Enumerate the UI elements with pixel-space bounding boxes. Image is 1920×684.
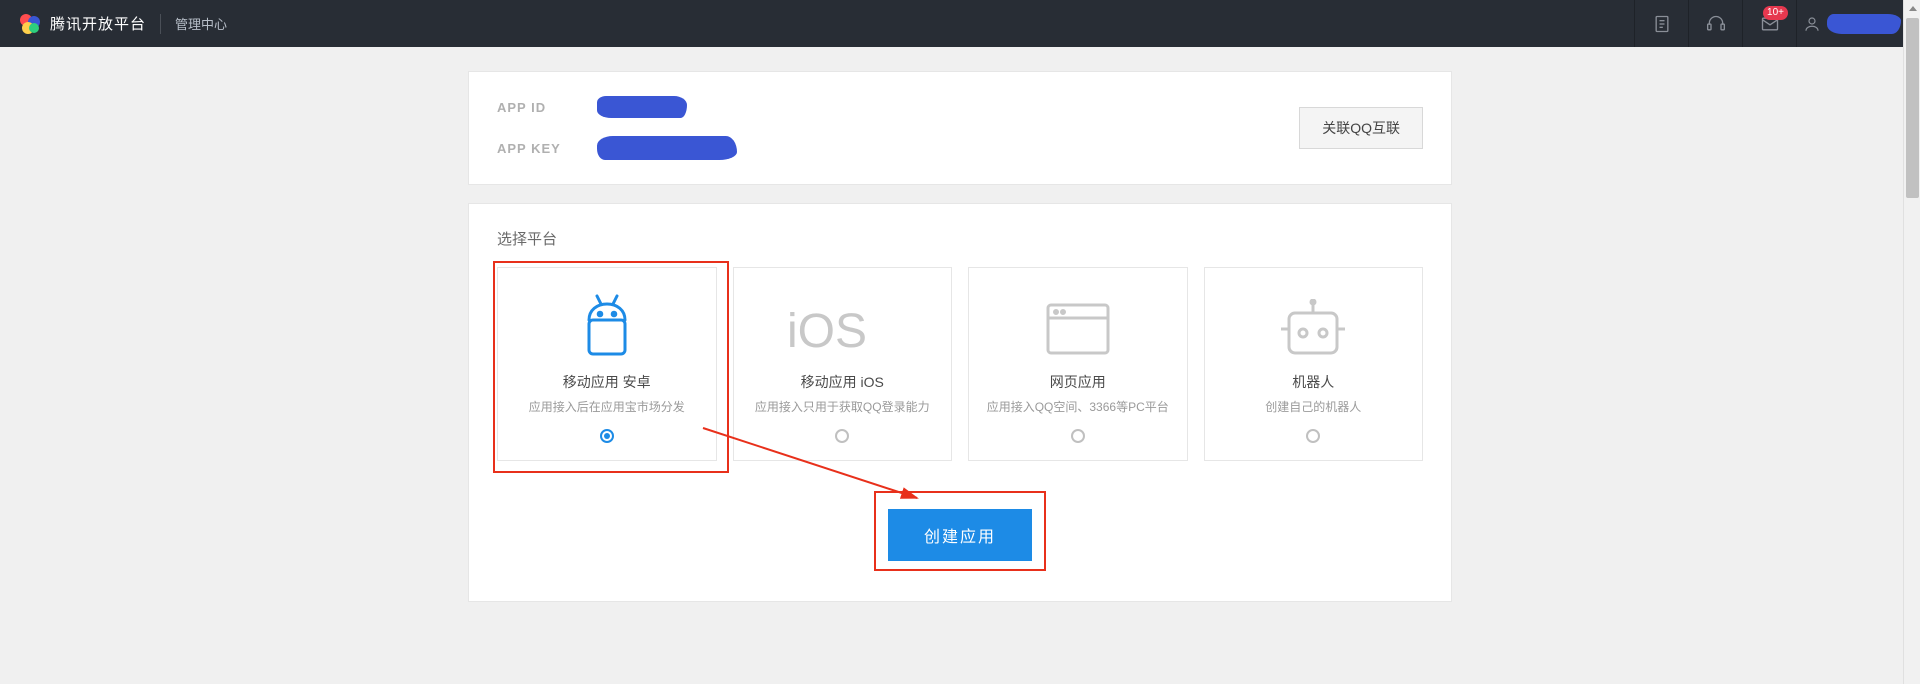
- browser-icon: [1045, 290, 1111, 368]
- platform-option-web[interactable]: 网页应用 应用接入QQ空间、3366等PC平台: [968, 267, 1188, 461]
- docs-icon[interactable]: [1634, 0, 1688, 47]
- messages-icon[interactable]: 10+: [1742, 0, 1796, 47]
- support-icon[interactable]: [1688, 0, 1742, 47]
- scrollbar-thumb[interactable]: [1906, 18, 1919, 198]
- create-app-button[interactable]: 创建应用: [888, 509, 1032, 561]
- notification-badge: 10+: [1763, 6, 1788, 20]
- link-qq-button[interactable]: 关联QQ互联: [1299, 107, 1423, 149]
- divider: [160, 14, 161, 34]
- platform-card: 选择平台 移动应用 安卓 应用接入后在应用宝市场分发: [468, 203, 1452, 602]
- robot-icon: [1277, 290, 1349, 368]
- top-bar: 腾讯开放平台 管理中心 10+: [0, 0, 1920, 47]
- logo-icon: [18, 12, 42, 36]
- platform-option-android[interactable]: 移动应用 安卓 应用接入后在应用宝市场分发: [497, 267, 717, 461]
- android-icon: [575, 290, 639, 368]
- user-menu[interactable]: [1796, 0, 1906, 47]
- platform-desc: 应用接入后在应用宝市场分发: [529, 398, 685, 415]
- platform-option-ios[interactable]: iOS 移动应用 iOS 应用接入只用于获取QQ登录能力: [733, 267, 953, 461]
- platform-title: 移动应用 安卓: [563, 372, 651, 392]
- app-id-label: APP ID: [497, 100, 567, 115]
- platform-title: 机器人: [1292, 372, 1334, 392]
- scrollbar[interactable]: [1903, 0, 1920, 684]
- platform-radio[interactable]: [600, 429, 614, 443]
- logo[interactable]: 腾讯开放平台: [18, 12, 146, 36]
- platform-grid: 移动应用 安卓 应用接入后在应用宝市场分发 iOS 移动应用 iOS 应用接入只…: [497, 267, 1423, 461]
- ios-icon: iOS: [787, 290, 897, 368]
- platform-radio[interactable]: [835, 429, 849, 443]
- platform-option-robot[interactable]: 机器人 创建自己的机器人: [1204, 267, 1424, 461]
- user-name-redacted: [1827, 14, 1901, 34]
- svg-text:iOS: iOS: [787, 305, 867, 358]
- brand-text: 腾讯开放平台: [50, 13, 146, 34]
- platform-desc: 应用接入QQ空间、3366等PC平台: [987, 398, 1169, 415]
- scrollbar-up-icon[interactable]: [1904, 0, 1920, 17]
- app-key-value-redacted: [597, 136, 737, 160]
- section-label[interactable]: 管理中心: [175, 14, 227, 33]
- platform-desc: 应用接入只用于获取QQ登录能力: [755, 398, 930, 415]
- platform-title: 移动应用 iOS: [801, 372, 884, 392]
- section-title: 选择平台: [497, 228, 1423, 249]
- platform-desc: 创建自己的机器人: [1265, 398, 1361, 415]
- platform-title: 网页应用: [1050, 372, 1106, 392]
- app-info-card: APP ID APP KEY 关联QQ互联: [468, 71, 1452, 185]
- app-key-label: APP KEY: [497, 141, 567, 156]
- platform-radio[interactable]: [1071, 429, 1085, 443]
- app-id-value-redacted: [597, 96, 687, 118]
- platform-radio[interactable]: [1306, 429, 1320, 443]
